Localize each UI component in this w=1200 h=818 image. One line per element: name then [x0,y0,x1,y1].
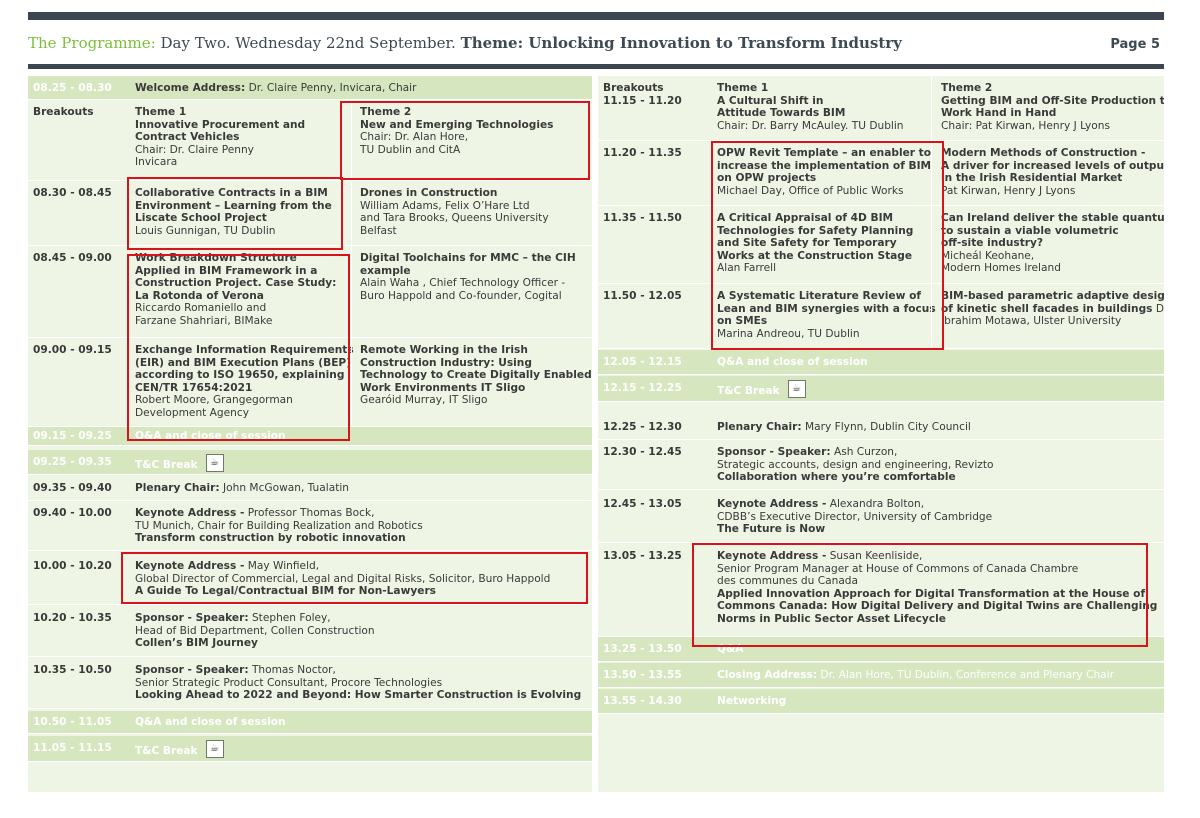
session-time: 09.35 - 09.40 [33,482,112,494]
theme-1-cell: Theme 1 Innovative Procurement and Contr… [135,106,306,169]
session-time: 11.15 - 11.20 [603,94,682,107]
schedule-row: 12.30 - 12.45 Sponsor - Speaker: Ash Cur… [598,440,1164,490]
schedule-row: 11.05 - 11.15 T&C Break ☕ [28,736,592,762]
session-time: 12.15 - 12.25 [603,382,682,394]
theme-label: Theme: Unlocking Innovation to Transform… [460,34,902,52]
highlight-box [711,141,944,350]
session-time: 12.25 - 12.30 [603,421,682,433]
schedule-row: 12.05 - 12.15 Q&A and close of session [598,350,1164,375]
page-number: Page 5 [1110,37,1160,52]
top-rule [28,12,1164,20]
schedule-row: 12.25 - 12.30 Plenary Chair: Mary Flynn,… [598,415,1164,440]
session-time: 11.20 - 11.35 [603,147,682,159]
schedule-row: 12.45 - 13.05 Keynote Address - Alexandr… [598,492,1164,543]
session-time: 08.45 - 09.00 [33,252,112,264]
schedule-row: 12.15 - 12.25 T&C Break ☕ [598,376,1164,402]
schedule-row: 13.50 - 13.55 Closing Address: Dr. Alan … [598,663,1164,688]
session-time: 12.05 - 12.15 [603,356,682,368]
highlight-box [340,101,590,180]
session-time: 10.35 - 10.50 [33,664,112,676]
session-time: Breakouts [603,82,664,94]
schedule-row: 08.25 - 08.30 Welcome Address: Dr. Clair… [28,76,592,100]
session-time: 09.00 - 09.15 [33,344,112,356]
session-time: 08.30 - 08.45 [33,187,112,199]
schedule-row: 10.50 - 11.05 Q&A and close of session [28,711,592,734]
coffee-cup-icon: ☕ [787,380,806,398]
schedule-row: 10.20 - 10.35 Sponsor - Speaker: Stephen… [28,606,592,657]
session-time: 10.20 - 10.35 [33,612,112,624]
page-title: The Programme: Day Two. Wednesday 22nd S… [28,34,902,52]
programme-label: The Programme: [28,34,156,52]
coffee-cup-icon: ☕ [205,454,224,472]
schedule-row: Breakouts 11.15 - 11.20 Theme 1 A Cultur… [598,76,1164,141]
session-speaker: Dr. Claire Penny, Invicara, Chair [245,82,417,94]
header-rule [28,64,1164,69]
highlight-box [127,177,343,250]
coffee-cup-icon: ☕ [205,740,224,758]
theme-2-cell: Theme 2 Getting BIM and Off-Site Product… [941,82,1164,132]
session-time: 13.55 - 14.30 [603,695,682,707]
highlight-box [692,543,1148,647]
session-time: 12.30 - 12.45 [603,446,682,458]
schedule-row: 10.35 - 10.50 Sponsor - Speaker: Thomas … [28,658,592,709]
highlight-box [127,254,350,441]
session-time: 10.00 - 10.20 [33,560,112,572]
session-time: 12.45 - 13.05 [603,498,682,510]
session-time: 09.25 - 09.35 [33,456,112,468]
schedule-row: 13.55 - 14.30 Networking [598,689,1164,714]
session-time: 13.50 - 13.55 [603,669,682,681]
session-time: 10.50 - 11.05 [33,716,112,728]
session-time: Breakouts [33,106,94,118]
session-time: 11.05 - 11.15 [33,742,112,754]
session-time: 08.25 - 08.30 [33,82,112,94]
schedule-row: 09.35 - 09.40 Plenary Chair: John McGowa… [28,476,592,501]
schedule-row: 09.25 - 09.35 T&C Break ☕ [28,450,592,475]
page-header: The Programme: Day Two. Wednesday 22nd S… [28,28,1164,64]
session-time: 13.05 - 13.25 [603,550,682,562]
theme-1-cell: Theme 1 A Cultural Shift in Attitude Tow… [717,82,904,132]
session-time: 09.40 - 10.00 [33,507,112,519]
session-time: 11.50 - 12.05 [603,290,682,302]
session-role: Welcome Address: [135,82,246,94]
session-time: 11.35 - 11.50 [603,212,682,224]
day-label: Day Two. Wednesday 22nd September. [160,34,456,52]
session-time: 09.15 - 09.25 [33,430,112,442]
session-time: 13.25 - 13.50 [603,643,682,655]
schedule-row: 09.40 - 10.00 Keynote Address - Professo… [28,501,592,551]
highlight-box [121,552,588,604]
